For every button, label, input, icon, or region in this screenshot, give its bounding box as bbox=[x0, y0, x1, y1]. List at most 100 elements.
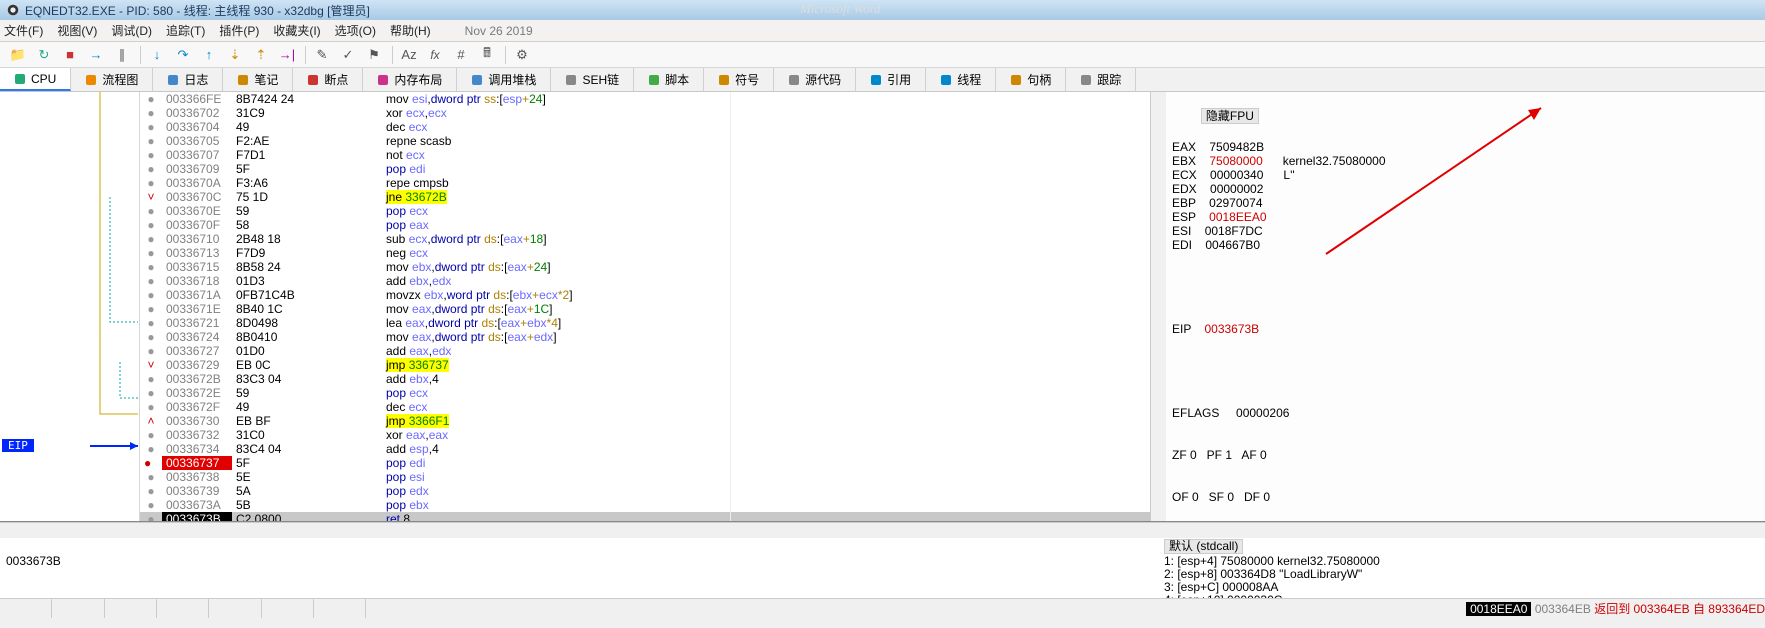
run-icon[interactable]: → bbox=[84, 44, 108, 66]
disasm-row[interactable]: ●003367218D0498lea eax,dword ptr ds:[eax… bbox=[140, 316, 1150, 330]
disasm-row[interactable]: ●0033672B83C3 04add ebx,4 bbox=[140, 372, 1150, 386]
vertical-scrollbar[interactable] bbox=[1150, 92, 1166, 521]
open-icon[interactable]: 📁 bbox=[6, 44, 30, 66]
menu-plugins[interactable]: 插件(P) bbox=[219, 22, 259, 39]
disasm-row[interactable]: ●0033673A5Bpop ebx bbox=[140, 498, 1150, 512]
reg-row[interactable]: EBP 02970074 bbox=[1172, 196, 1759, 210]
search-icon[interactable]: Az bbox=[397, 44, 421, 66]
horizontal-scrollbar[interactable] bbox=[0, 522, 1765, 538]
disasm-row[interactable]: ●0033672701D0add eax,edx bbox=[140, 344, 1150, 358]
step-out-icon[interactable]: ↑ bbox=[197, 44, 221, 66]
disassembly-view[interactable]: ●003366FE8B7424 24mov esi,dword ptr ss:[… bbox=[140, 92, 1150, 521]
pause-icon[interactable]: ∥ bbox=[110, 44, 134, 66]
tab-mem[interactable]: 内存布局 bbox=[363, 68, 457, 91]
reg-eip-value[interactable]: 0033673B bbox=[1204, 322, 1259, 336]
disasm-row[interactable]: ●0033673BC2 0800ret 8 bbox=[140, 512, 1150, 521]
disasm-row[interactable]: ●0033673483C4 04add esp,4 bbox=[140, 442, 1150, 456]
edit-icon[interactable]: ✎ bbox=[310, 44, 334, 66]
step-over-icon[interactable]: ↷ bbox=[171, 44, 195, 66]
disasm-row[interactable]: ˅00336729EB 0Cjmp 336737 bbox=[140, 358, 1150, 372]
disasm-row[interactable]: ●0033670AF3:A6repe cmpsb bbox=[140, 176, 1150, 190]
tab-sym[interactable]: 符号 bbox=[704, 68, 774, 91]
reg-row[interactable]: EAX 7509482B bbox=[1172, 140, 1759, 154]
tab-script[interactable]: 脚本 bbox=[634, 68, 704, 91]
stack-args-pane[interactable]: 默认 (stdcall) 1: [esp+4] 75080000 kernel3… bbox=[1160, 538, 1765, 598]
tab-log[interactable]: 日志 bbox=[153, 68, 223, 91]
disasm-row[interactable]: ●0033670F58pop eax bbox=[140, 218, 1150, 232]
hash-icon[interactable]: # bbox=[449, 44, 473, 66]
disasm-row[interactable]: ●0033671E8B40 1Cmov eax,dword ptr ds:[ea… bbox=[140, 302, 1150, 316]
disasm-row[interactable]: ●003366FE8B7424 24mov esi,dword ptr ss:[… bbox=[140, 92, 1150, 106]
bytes: 83C3 04 bbox=[232, 372, 382, 386]
menu-options[interactable]: 选项(O) bbox=[335, 22, 376, 39]
tab-label: CPU bbox=[31, 72, 56, 86]
bytes: 83C4 04 bbox=[232, 442, 382, 456]
disasm-row[interactable]: ●003367095Fpop edi bbox=[140, 162, 1150, 176]
disasm-row[interactable]: ●0033670231C9xor ecx,ecx bbox=[140, 106, 1150, 120]
reg-row[interactable]: ESI 0018F7DC bbox=[1172, 224, 1759, 238]
func-icon[interactable]: fx bbox=[423, 44, 447, 66]
disasm-row[interactable]: ●00336705F2:AErepne scasb bbox=[140, 134, 1150, 148]
disasm-row[interactable]: ●0033672F49dec ecx bbox=[140, 400, 1150, 414]
comment-icon[interactable]: ✓ bbox=[336, 44, 360, 66]
menu-trace[interactable]: 追踪(T) bbox=[166, 22, 205, 39]
disasm-row[interactable]: ●003367158B58 24mov ebx,dword ptr ds:[ea… bbox=[140, 260, 1150, 274]
stop-icon[interactable]: ■ bbox=[58, 44, 82, 66]
menu-file[interactable]: 文件(F) bbox=[4, 22, 43, 39]
restart-icon[interactable]: ↻ bbox=[32, 44, 56, 66]
disassembly-table[interactable]: ●003366FE8B7424 24mov esi,dword ptr ss:[… bbox=[140, 92, 1150, 521]
disasm-row[interactable]: ●003367395Apop edx bbox=[140, 484, 1150, 498]
menu-debug[interactable]: 调试(D) bbox=[111, 22, 152, 39]
menu-help[interactable]: 帮助(H) bbox=[390, 22, 431, 39]
disasm-row[interactable]: ●003367102B48 18sub ecx,dword ptr ds:[ea… bbox=[140, 232, 1150, 246]
tab-label: 断点 bbox=[324, 71, 348, 88]
disasm-row[interactable]: ●00336713F7D9neg ecx bbox=[140, 246, 1150, 260]
menu-favorites[interactable]: 收藏夹(I) bbox=[273, 22, 320, 39]
tab-trace[interactable]: 跟踪 bbox=[1066, 68, 1136, 91]
tab-handle[interactable]: 句柄 bbox=[996, 68, 1066, 91]
disasm-row[interactable]: ●00336707F7D1not ecx bbox=[140, 148, 1150, 162]
disasm-row[interactable]: ˅0033670C75 1Djne 33672B bbox=[140, 190, 1150, 204]
reg-row[interactable]: EBX 75080000 kernel32.75080000 bbox=[1172, 154, 1759, 168]
instruction: mov eax,dword ptr ds:[eax+edx] bbox=[382, 330, 730, 344]
disasm-row[interactable]: ●003367385Epop esi bbox=[140, 470, 1150, 484]
disasm-row[interactable]: ●003367375Fpop edi bbox=[140, 456, 1150, 470]
instruction: add esp,4 bbox=[382, 442, 730, 456]
tab-bp[interactable]: 断点 bbox=[293, 68, 363, 91]
menu-view[interactable]: 视图(V) bbox=[57, 22, 97, 39]
registers-pane[interactable]: 隐藏FPU EAX 7509482B EBX 75080000 kernel32… bbox=[1166, 92, 1765, 521]
tab-note[interactable]: 笔记 bbox=[223, 68, 293, 91]
disasm-row[interactable]: ●003367248B0410mov eax,dword ptr ds:[eax… bbox=[140, 330, 1150, 344]
patch-icon[interactable]: ⚑ bbox=[362, 44, 386, 66]
trace-over-icon[interactable]: ⇡ bbox=[249, 44, 273, 66]
tab-src[interactable]: 源代码 bbox=[774, 68, 856, 91]
tab-stack[interactable]: 调用堆栈 bbox=[457, 68, 551, 91]
disasm-row[interactable]: ●0033673231C0xor eax,eax bbox=[140, 428, 1150, 442]
calc-icon[interactable]: 🖩 bbox=[475, 44, 499, 66]
tab-ref[interactable]: 引用 bbox=[856, 68, 926, 91]
step-into-icon[interactable]: ↓ bbox=[145, 44, 169, 66]
reg-row[interactable]: EDI 004667B0 bbox=[1172, 238, 1759, 252]
reg-row[interactable]: EDX 00000002 bbox=[1172, 182, 1759, 196]
run-to-icon[interactable]: →| bbox=[275, 44, 299, 66]
trace-into-icon[interactable]: ⇣ bbox=[223, 44, 247, 66]
disasm-row[interactable]: ●0033672E59pop ecx bbox=[140, 386, 1150, 400]
info-pane[interactable]: 0033673B bbox=[0, 538, 1160, 598]
tab-cpu[interactable]: CPU bbox=[0, 68, 71, 91]
disasm-row[interactable]: ●0033671A0FB71C4Bmovzx ebx,word ptr ds:[… bbox=[140, 288, 1150, 302]
tab-flow[interactable]: 流程图 bbox=[71, 68, 153, 91]
disasm-row[interactable]: ●0033670E59pop ecx bbox=[140, 204, 1150, 218]
hide-fpu-button[interactable]: 隐藏FPU bbox=[1201, 108, 1259, 124]
main-panel: EIP ●003366FE8B7424 24mov esi,dword ptr … bbox=[0, 92, 1765, 522]
instruction: pop edx bbox=[382, 484, 730, 498]
tab-thread[interactable]: 线程 bbox=[926, 68, 996, 91]
settings-icon[interactable]: ⚙ bbox=[510, 44, 534, 66]
disasm-row[interactable]: ●0033671801D3add ebx,edx bbox=[140, 274, 1150, 288]
call-convention-label[interactable]: 默认 (stdcall) bbox=[1164, 539, 1243, 554]
tab-seh[interactable]: SEH链 bbox=[551, 68, 634, 91]
disasm-row[interactable]: ˄00336730EB BFjmp 3366F1 bbox=[140, 414, 1150, 428]
reg-row[interactable]: ECX 00000340 L'' bbox=[1172, 168, 1759, 182]
disasm-row[interactable]: ●0033670449dec ecx bbox=[140, 120, 1150, 134]
reg-row[interactable]: ESP 0018EEA0 bbox=[1172, 210, 1759, 224]
stack-arg-row[interactable]: 4: [esp+10] 0000030C bbox=[1164, 594, 1761, 598]
